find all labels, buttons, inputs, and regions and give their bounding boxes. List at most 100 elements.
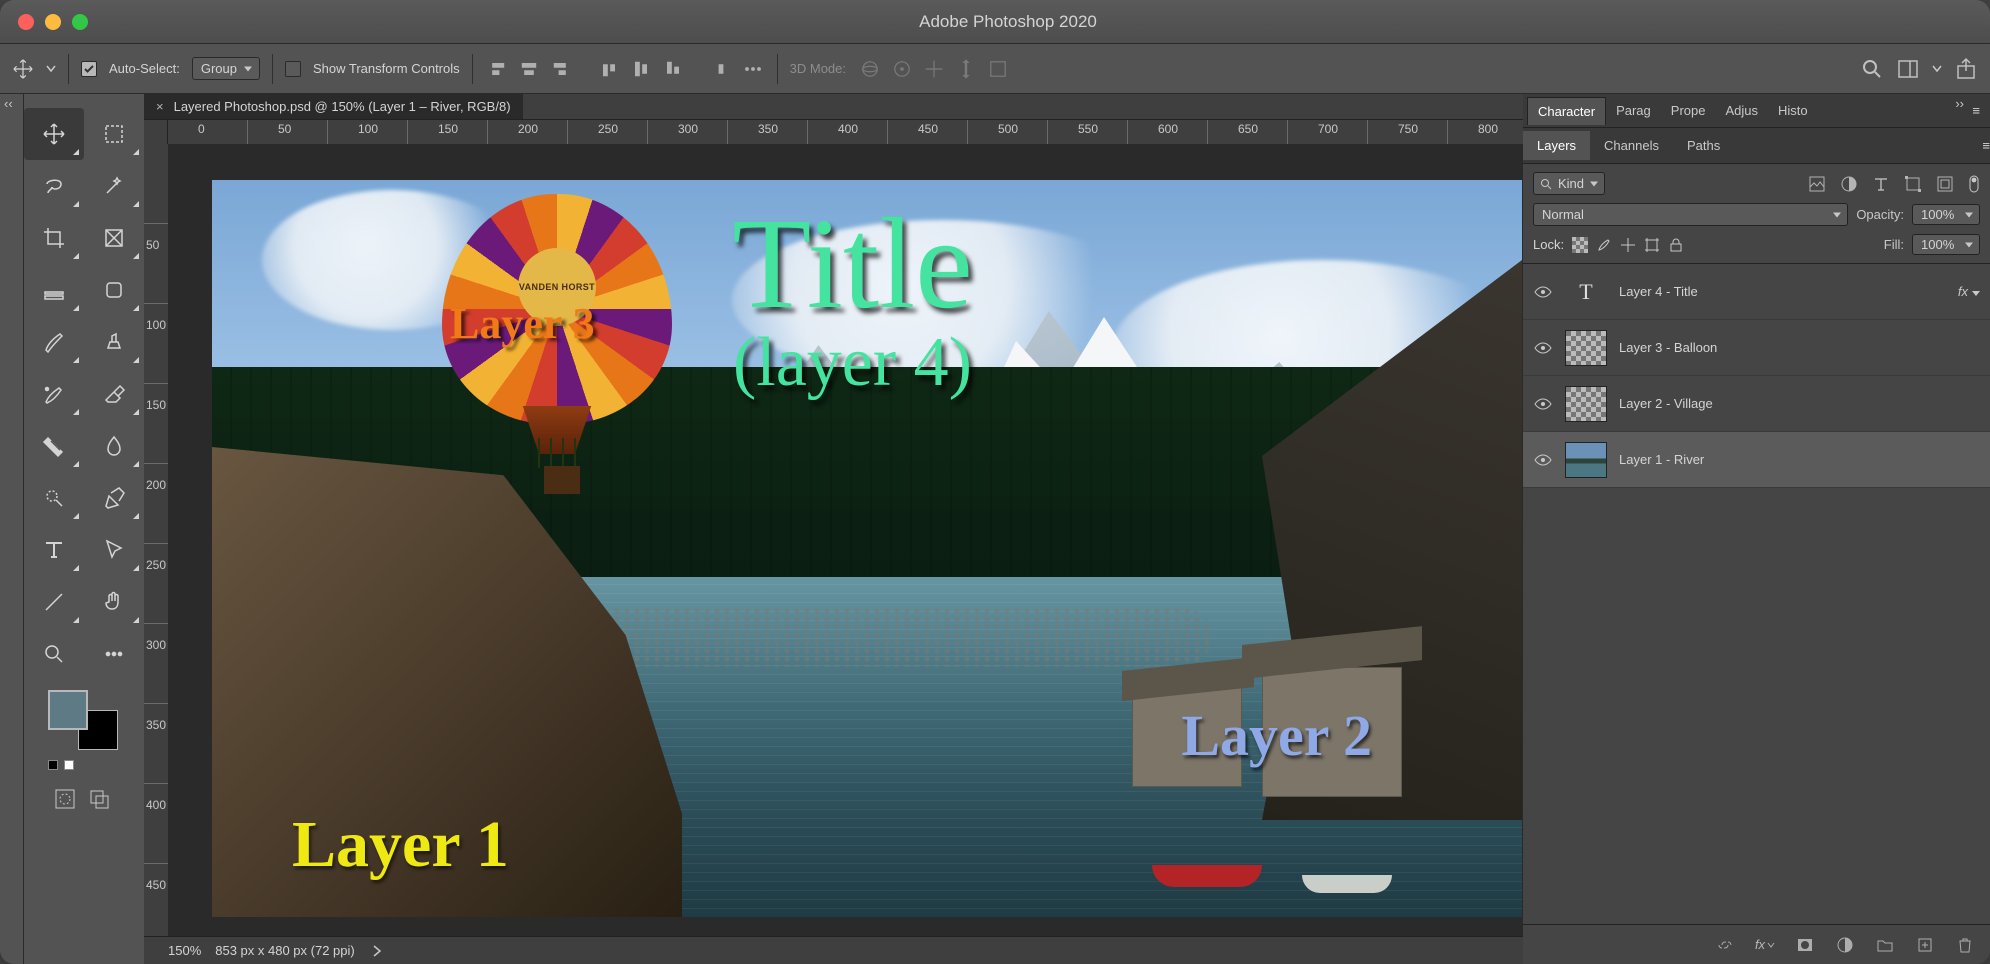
show-transform-checkbox[interactable]: [285, 61, 301, 77]
ruler-vertical[interactable]: 50100150200250300350400450: [144, 144, 168, 936]
panel-tab-channels[interactable]: Channels: [1590, 131, 1673, 160]
align-right-icon[interactable]: [549, 57, 573, 81]
layer-row[interactable]: T Layer 4 - Title fx: [1523, 264, 1990, 320]
panel-tab-layers[interactable]: Layers: [1523, 131, 1590, 160]
frame-tool[interactable]: [84, 212, 144, 264]
blur-tool[interactable]: [84, 420, 144, 472]
magic-wand-tool[interactable]: [84, 160, 144, 212]
layer-row[interactable]: Layer 3 - Balloon: [1523, 320, 1990, 376]
canvas-viewport[interactable]: VANDEN HORST Layer 3 Layer 1 Layer 2 Tit…: [168, 144, 1523, 936]
foreground-color[interactable]: [48, 690, 88, 730]
layer-fx-icon[interactable]: fx: [1756, 936, 1774, 954]
delete-layer-icon[interactable]: [1956, 936, 1974, 954]
layer-thumbnail[interactable]: [1565, 442, 1607, 478]
adjustment-layer-icon[interactable]: [1836, 936, 1854, 954]
panel-tab-paths[interactable]: Paths: [1673, 131, 1734, 160]
canvas[interactable]: VANDEN HORST Layer 3 Layer 1 Layer 2 Tit…: [212, 180, 1522, 917]
filter-type-icon[interactable]: [1872, 175, 1890, 193]
quick-mask-icon[interactable]: [54, 788, 76, 810]
distribute-h-icon[interactable]: [709, 57, 733, 81]
filter-shape-icon[interactable]: [1904, 175, 1922, 193]
eraser-tool[interactable]: [84, 368, 144, 420]
layer-filter-kind[interactable]: Kind: [1533, 172, 1605, 195]
history-brush-tool[interactable]: [24, 368, 84, 420]
layer-visibility-icon[interactable]: [1533, 394, 1553, 414]
minimize-icon[interactable]: [45, 14, 61, 30]
align-top-icon[interactable]: [597, 57, 621, 81]
layers-panel-menu-icon[interactable]: ≡: [1982, 138, 1990, 153]
workspace-switcher-icon[interactable]: [1896, 57, 1920, 81]
layer-name[interactable]: Layer 1 - River: [1619, 452, 1704, 467]
auto-select-checkbox[interactable]: [81, 61, 97, 77]
panel-menu-icon[interactable]: ≡: [1966, 103, 1986, 118]
active-tool-icon[interactable]: [12, 58, 34, 80]
hand-tool[interactable]: [84, 576, 144, 628]
zoom-tool[interactable]: [24, 628, 84, 680]
filter-smart-icon[interactable]: [1936, 175, 1954, 193]
close-tab-icon[interactable]: ×: [156, 99, 164, 114]
screen-mode-icon[interactable]: [88, 788, 110, 810]
layer-thumbnail[interactable]: T: [1565, 274, 1607, 310]
pen-tool[interactable]: [84, 472, 144, 524]
new-layer-icon[interactable]: [1916, 936, 1934, 954]
path-select-tool[interactable]: [84, 524, 144, 576]
document-tab[interactable]: × Layered Photoshop.psd @ 150% (Layer 1 …: [144, 94, 523, 119]
filter-toggle-icon[interactable]: [1968, 174, 1980, 194]
dodge-tool[interactable]: [24, 472, 84, 524]
toolbar-collapse-gutter[interactable]: ‹‹: [0, 94, 24, 964]
collapse-left-icon[interactable]: ‹‹: [4, 96, 13, 111]
line-tool[interactable]: [24, 576, 84, 628]
close-icon[interactable]: [18, 14, 34, 30]
layer-thumbnail[interactable]: [1565, 386, 1607, 422]
auto-select-target-dropdown[interactable]: Group: [192, 57, 260, 80]
clone-stamp-tool[interactable]: [84, 316, 144, 368]
status-more-icon[interactable]: [369, 943, 385, 959]
panel-tab-prope[interactable]: Prope: [1661, 97, 1716, 124]
blend-mode-dropdown[interactable]: Normal: [1533, 203, 1848, 226]
layer-thumbnail[interactable]: [1565, 330, 1607, 366]
gradient-tool[interactable]: [24, 420, 84, 472]
lock-position-icon[interactable]: [1620, 237, 1636, 253]
orbit-3d-icon[interactable]: [858, 57, 882, 81]
zoom-level[interactable]: 150%: [168, 943, 201, 958]
spot-heal-tool[interactable]: [84, 264, 144, 316]
edit-toolbar-button[interactable]: [84, 628, 144, 680]
layer-fx-badge[interactable]: fx: [1958, 284, 1980, 299]
brush-tool[interactable]: [24, 316, 84, 368]
layer-visibility-icon[interactable]: [1533, 450, 1553, 470]
rect-marquee-tool[interactable]: [84, 108, 144, 160]
layer-row[interactable]: Layer 1 - River: [1523, 432, 1990, 488]
align-left-icon[interactable]: [485, 57, 509, 81]
align-center-h-icon[interactable]: [517, 57, 541, 81]
ruler-horizontal[interactable]: 0501001502002503003504004505005506006507…: [144, 120, 1523, 144]
move-tool[interactable]: [24, 108, 84, 160]
filter-pixel-icon[interactable]: [1808, 175, 1826, 193]
collapse-right-icon[interactable]: ››: [1955, 96, 1964, 111]
scale-3d-icon[interactable]: [986, 57, 1010, 81]
filter-adjust-icon[interactable]: [1840, 175, 1858, 193]
align-middle-v-icon[interactable]: [629, 57, 653, 81]
eyedropper-tool[interactable]: [24, 264, 84, 316]
layer-mask-icon[interactable]: [1796, 936, 1814, 954]
lock-transparent-icon[interactable]: [1572, 237, 1588, 253]
workspace-dropdown-icon[interactable]: [1932, 64, 1942, 74]
color-swatches[interactable]: [48, 690, 118, 750]
share-icon[interactable]: [1954, 57, 1978, 81]
slide-3d-icon[interactable]: [954, 57, 978, 81]
mini-swatch-icons[interactable]: [48, 760, 144, 770]
align-more-icon[interactable]: [741, 57, 765, 81]
lock-paint-icon[interactable]: [1596, 237, 1612, 253]
group-layers-icon[interactable]: [1876, 936, 1894, 954]
layer-visibility-icon[interactable]: [1533, 282, 1553, 302]
layer-name[interactable]: Layer 4 - Title: [1619, 284, 1698, 299]
align-bottom-icon[interactable]: [661, 57, 685, 81]
pan-3d-icon[interactable]: [922, 57, 946, 81]
lock-artboard-icon[interactable]: [1644, 237, 1660, 253]
fill-value[interactable]: 100%: [1912, 234, 1980, 255]
layer-visibility-icon[interactable]: [1533, 338, 1553, 358]
opacity-value[interactable]: 100%: [1912, 204, 1980, 225]
layer-name[interactable]: Layer 3 - Balloon: [1619, 340, 1717, 355]
roll-3d-icon[interactable]: [890, 57, 914, 81]
panel-tab-character[interactable]: Character: [1527, 97, 1606, 125]
type-tool[interactable]: [24, 524, 84, 576]
